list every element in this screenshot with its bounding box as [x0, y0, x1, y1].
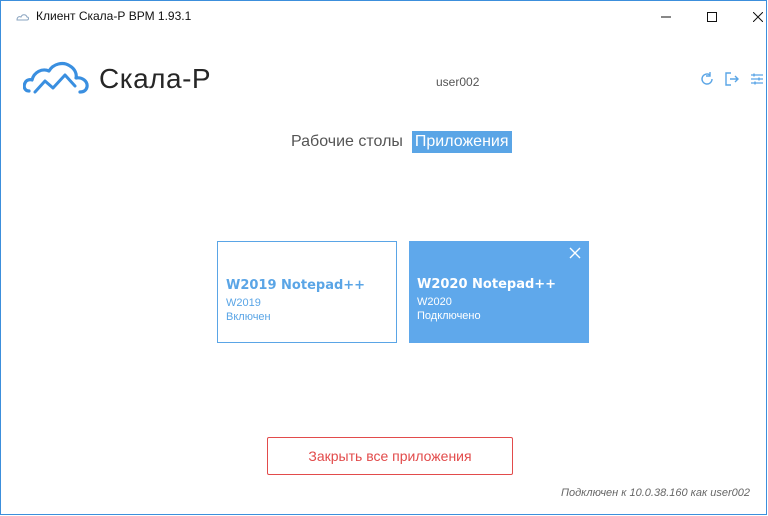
- app-card-status: Подключено: [417, 310, 481, 322]
- tab-desktops[interactable]: Рабочие столы: [288, 131, 406, 153]
- app-card-w2019[interactable]: W2019 Notepad++ W2019 Включен: [217, 241, 397, 343]
- app-card-title: W2019 Notepad++: [226, 278, 366, 293]
- cloud-icon: [16, 14, 29, 21]
- tab-bar: Рабочие столы Приложения: [288, 131, 512, 153]
- close-button[interactable]: [735, 1, 768, 32]
- close-icon: [753, 11, 763, 22]
- window-title: Клиент Скала-Р ВРМ 1.93.1: [36, 9, 192, 23]
- tab-applications[interactable]: Приложения: [411, 131, 512, 153]
- brand-name: Скала-Р: [99, 63, 212, 94]
- header-actions: [699, 71, 765, 87]
- title-bar: Клиент Скала-Р ВРМ 1.93.1: [1, 1, 766, 32]
- maximize-button[interactable]: [689, 1, 735, 32]
- minimize-icon: [661, 16, 671, 17]
- refresh-icon[interactable]: [699, 71, 715, 87]
- user-name: user002: [436, 75, 480, 89]
- logout-icon[interactable]: [724, 71, 740, 87]
- app-window: Клиент Скала-Р ВРМ 1.93.1 Скала-Р user00…: [0, 0, 767, 515]
- app-card-title: W2020 Notepad++: [417, 277, 557, 292]
- app-card-status: Включен: [226, 311, 271, 323]
- app-card-w2020[interactable]: W2020 Notepad++ W2020 Подключено: [409, 241, 589, 343]
- minimize-button[interactable]: [643, 1, 689, 32]
- app-card-host: W2019: [226, 297, 261, 309]
- logo-cloud-icon: [23, 61, 89, 94]
- connection-status: Подключен к 10.0.38.160 как user002: [561, 487, 750, 499]
- app-card-host: W2020: [417, 296, 452, 308]
- maximize-icon: [707, 11, 717, 22]
- sliders-icon[interactable]: [749, 71, 765, 87]
- close-all-apps-button[interactable]: Закрыть все приложения: [267, 437, 513, 475]
- close-icon[interactable]: [569, 247, 581, 259]
